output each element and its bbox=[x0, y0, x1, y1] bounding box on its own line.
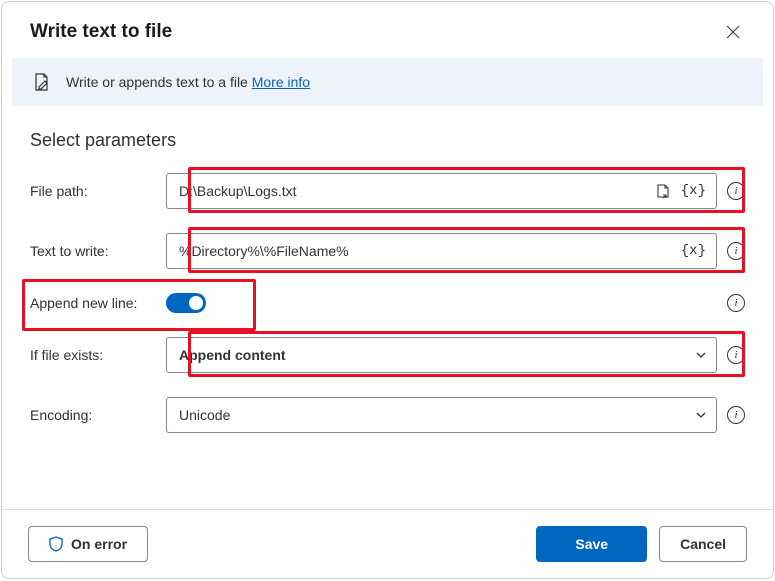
info-icon[interactable]: i bbox=[727, 406, 745, 424]
close-icon bbox=[725, 24, 741, 40]
encoding-value: Unicode bbox=[179, 407, 694, 423]
file-path-input[interactable]: D:\Backup\Logs.txt {x} bbox=[166, 173, 717, 209]
if-file-exists-label: If file exists: bbox=[30, 347, 166, 363]
close-button[interactable] bbox=[721, 20, 745, 44]
save-label: Save bbox=[575, 536, 608, 552]
variable-picker-icon[interactable]: {x} bbox=[679, 183, 708, 199]
write-file-icon bbox=[32, 72, 52, 92]
dialog-header: Write text to file bbox=[2, 2, 773, 58]
variable-picker-icon[interactable]: {x} bbox=[679, 243, 708, 259]
file-path-value: D:\Backup\Logs.txt bbox=[179, 183, 655, 199]
info-icon[interactable]: i bbox=[727, 346, 745, 364]
on-error-label: On error bbox=[71, 536, 127, 552]
on-error-button[interactable]: On error bbox=[28, 526, 148, 562]
info-bar: Write or appends text to a file More inf… bbox=[12, 58, 763, 106]
encoding-row: Encoding: Unicode i bbox=[30, 397, 745, 433]
more-info-link[interactable]: More info bbox=[252, 74, 310, 90]
dialog-footer: On error Save Cancel bbox=[2, 509, 773, 578]
section-title: Select parameters bbox=[30, 130, 745, 151]
if-file-exists-select[interactable]: Append content bbox=[166, 337, 717, 373]
info-text: Write or appends text to a file bbox=[66, 74, 248, 90]
write-text-to-file-dialog: Write text to file Write or appends text… bbox=[1, 1, 774, 579]
save-button[interactable]: Save bbox=[536, 526, 647, 562]
shield-icon bbox=[49, 536, 63, 552]
file-picker-icon[interactable] bbox=[655, 183, 671, 199]
info-icon[interactable]: i bbox=[727, 294, 745, 312]
append-new-line-toggle[interactable] bbox=[166, 293, 206, 313]
append-new-line-label: Append new line: bbox=[30, 295, 166, 311]
encoding-select[interactable]: Unicode bbox=[166, 397, 717, 433]
info-icon[interactable]: i bbox=[727, 182, 745, 200]
text-to-write-row: Text to write: %Directory%\%FileName% {x… bbox=[30, 233, 745, 269]
append-new-line-row: Append new line: i bbox=[30, 293, 745, 313]
cancel-label: Cancel bbox=[680, 536, 726, 552]
cancel-button[interactable]: Cancel bbox=[659, 526, 747, 562]
if-file-exists-row: If file exists: Append content i bbox=[30, 337, 745, 373]
text-to-write-value: %Directory%\%FileName% bbox=[179, 243, 679, 259]
file-path-label: File path: bbox=[30, 183, 166, 199]
info-icon[interactable]: i bbox=[727, 242, 745, 260]
encoding-label: Encoding: bbox=[30, 407, 166, 423]
text-to-write-label: Text to write: bbox=[30, 243, 166, 259]
chevron-down-icon bbox=[694, 348, 708, 362]
chevron-down-icon bbox=[694, 408, 708, 422]
toggle-knob bbox=[189, 296, 203, 310]
file-path-row: File path: D:\Backup\Logs.txt {x} i bbox=[30, 173, 745, 209]
parameters-section: Select parameters File path: D:\Backup\L… bbox=[2, 106, 773, 509]
text-to-write-input[interactable]: %Directory%\%FileName% {x} bbox=[166, 233, 717, 269]
if-file-exists-value: Append content bbox=[179, 347, 694, 363]
dialog-title: Write text to file bbox=[30, 21, 172, 43]
